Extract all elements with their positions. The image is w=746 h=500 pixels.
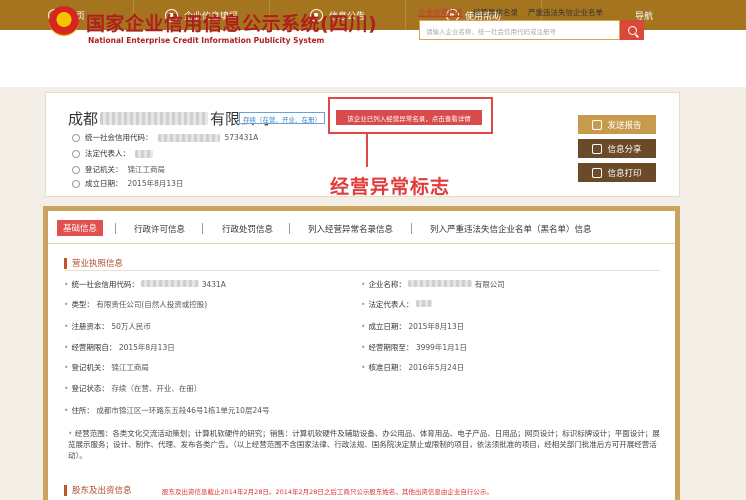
tab-admin-license[interactable]: 行政许可信息 xyxy=(134,223,185,235)
shareholders-note: 股东及出资信息截止2014年2月28日。2014年2月28日之后工商只公示股东姓… xyxy=(162,488,493,496)
print-button[interactable]: 信息打印 xyxy=(578,163,656,182)
tab-divider xyxy=(115,223,116,234)
info-credit-code: • 统一社会信用代码： 3431A xyxy=(64,280,226,289)
annotation-highlight-box xyxy=(328,97,493,134)
field-authority: 登记机关： 锦江工商局 xyxy=(72,164,165,175)
site-subtitle: National Enterprise Credit Information P… xyxy=(88,36,325,45)
send-report-button[interactable]: 发送报告 xyxy=(578,115,656,134)
annotation-label: 经营异常标志 xyxy=(330,176,451,198)
shareholders-section-title: 股东及出资信息 xyxy=(64,484,132,496)
location-icon xyxy=(72,165,80,174)
redacted-person xyxy=(415,300,432,307)
tab-divider xyxy=(202,223,203,234)
credit-code-icon xyxy=(72,133,80,142)
print-icon xyxy=(592,167,603,178)
field-credit-code: 统一社会信用代码： 573431A xyxy=(72,132,258,143)
search-icon xyxy=(627,25,637,35)
site-title: 国家企业信用信息公示系统(四川) xyxy=(86,13,378,35)
national-emblem-logo xyxy=(49,6,79,36)
tab-divider xyxy=(411,223,412,234)
redacted-person xyxy=(135,149,153,158)
clock-icon xyxy=(72,179,80,188)
info-type: • 类型： 有限责任公司(自然人投资或控股) xyxy=(64,300,208,309)
tab-anomaly-list[interactable]: 列入经营异常名录信息 xyxy=(308,223,393,235)
send-icon xyxy=(592,119,603,130)
share-icon xyxy=(592,143,603,154)
tab-blacklist[interactable]: 列入严重违法失信企业名单（黑名单）信息 xyxy=(430,223,592,235)
info-established: • 成立日期： 2015年8月13日 xyxy=(361,322,465,331)
redacted-code xyxy=(141,280,200,287)
search-input[interactable]: 请输入企业名称、统一社会信用代码或注册号 xyxy=(419,20,620,40)
quick-link-blacklist[interactable]: 严重违法失信企业名单 xyxy=(528,7,603,18)
quick-links: 企业信用信息 经营异常名录 严重违法失信企业名单 xyxy=(418,7,603,18)
info-term-to: • 经营期限至： 3999年1月1日 xyxy=(361,343,467,352)
quick-link-anomaly-list[interactable]: 经营异常名录 xyxy=(473,7,518,18)
section-marker xyxy=(64,484,67,496)
search-button[interactable] xyxy=(620,20,644,40)
info-reg-status: • 登记状态： 存续（在营、开业、在册） xyxy=(64,384,202,393)
info-capital: • 注册资本： 50万人民币 xyxy=(64,322,151,331)
license-section-title: 营业执照信息 xyxy=(64,257,123,269)
share-button[interactable]: 信息分享 xyxy=(578,139,656,158)
annotation-pointer-line xyxy=(366,133,368,167)
tab-admin-penalty[interactable]: 行政处罚信息 xyxy=(222,223,273,235)
section-marker xyxy=(64,257,67,269)
info-business-scope: • 经营范围：各类文化交流活动策划；计算机软硬件的研究；销售：计算机软硬件及辅助… xyxy=(68,429,660,460)
person-icon xyxy=(72,149,80,158)
info-company-name: • 企业名称： 有限公司 xyxy=(361,280,505,289)
tab-divider xyxy=(289,223,290,234)
info-legal-rep: • 法定代表人： xyxy=(361,299,432,310)
info-term-from: • 经营期限自： 2015年8月13日 xyxy=(64,343,175,352)
section-divider xyxy=(64,270,660,271)
info-authority: • 登记机关： 锦江工商局 xyxy=(64,363,149,372)
redacted-code xyxy=(157,133,220,142)
tab-basic-info[interactable]: 基础信息 xyxy=(57,220,104,236)
info-address: • 住所： 成都市锦江区一环路东五段46号1栋1单元10层24号 xyxy=(64,406,270,415)
quick-link-credit-info[interactable]: 企业信用信息 xyxy=(418,7,463,18)
field-established: 成立日期： 2015年8月13日 xyxy=(72,178,183,189)
field-legal-rep: 法定代表人： xyxy=(72,148,158,159)
info-approval-date: • 核准日期： 2016年5月24日 xyxy=(361,363,465,372)
status-badge: 存续（在营、开业、在册） xyxy=(239,112,325,124)
redacted-name xyxy=(408,280,473,287)
redacted-name xyxy=(100,112,209,125)
